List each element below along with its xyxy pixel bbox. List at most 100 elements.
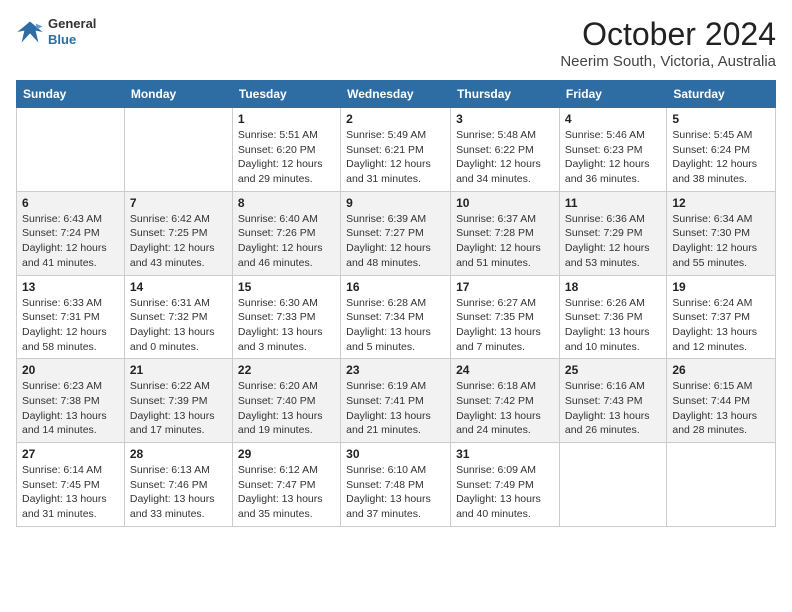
col-header-thursday: Thursday	[451, 81, 560, 108]
calendar-cell: 8 Sunrise: 6:40 AM Sunset: 7:26 PM Daylig…	[232, 191, 340, 275]
day-info: Sunrise: 6:28 AM Sunset: 7:34 PM Dayligh…	[346, 296, 445, 355]
calendar-cell: 23Sunrise: 6:19 AM Sunset: 7:41 PM Dayli…	[341, 359, 451, 443]
day-number: 13	[22, 280, 119, 294]
logo-text: General Blue	[48, 16, 96, 47]
day-number: 18	[565, 280, 661, 294]
day-info: Sunrise: 5:46 AM Sunset: 6:23 PM Dayligh…	[565, 128, 661, 187]
day-info: Sunrise: 6:31 AM Sunset: 7:32 PM Dayligh…	[130, 296, 227, 355]
day-number: 14	[130, 280, 227, 294]
calendar-table: SundayMondayTuesdayWednesdayThursdayFrid…	[16, 80, 776, 527]
page-subtitle: Neerim South, Victoria, Australia	[560, 53, 776, 70]
day-info: Sunrise: 6:24 AM Sunset: 7:37 PM Dayligh…	[672, 296, 770, 355]
calendar-cell: 27 Sunrise: 6:14 AM Sunset: 7:45 PM Dayli…	[17, 443, 125, 527]
day-number: 27	[22, 447, 119, 461]
day-info: Sunrise: 6:22 AM Sunset: 7:39 PM Dayligh…	[130, 379, 227, 438]
calendar-cell: 1Sunrise: 5:51 AM Sunset: 6:20 PM Daylig…	[232, 108, 340, 192]
day-info: Sunrise: 6:33 AM Sunset: 7:31 PM Dayligh…	[22, 296, 119, 355]
day-number: 8	[238, 196, 335, 210]
calendar-cell	[124, 108, 232, 192]
logo-bird-icon	[16, 18, 44, 46]
calendar-cell: 24Sunrise: 6:18 AM Sunset: 7:42 PM Dayli…	[451, 359, 560, 443]
calendar-cell: 10 Sunrise: 6:37 AM Sunset: 7:28 PM Dayli…	[451, 191, 560, 275]
calendar-cell: 12 Sunrise: 6:34 AM Sunset: 7:30 PM Dayli…	[667, 191, 776, 275]
calendar-cell: 28Sunrise: 6:13 AM Sunset: 7:46 PM Dayli…	[124, 443, 232, 527]
logo-general: General	[48, 16, 96, 32]
calendar-cell: 17 Sunrise: 6:27 AM Sunset: 7:35 PM Dayli…	[451, 275, 560, 359]
day-info: Sunrise: 6:42 AM Sunset: 7:25 PM Dayligh…	[130, 212, 227, 271]
day-number: 31	[456, 447, 554, 461]
day-info: Sunrise: 6:20 AM Sunset: 7:40 PM Dayligh…	[238, 379, 335, 438]
day-number: 11	[565, 196, 661, 210]
day-number: 10	[456, 196, 554, 210]
day-info: Sunrise: 5:49 AM Sunset: 6:21 PM Dayligh…	[346, 128, 445, 187]
day-number: 22	[238, 363, 335, 377]
day-number: 25	[565, 363, 661, 377]
day-info: Sunrise: 6:09 AM Sunset: 7:49 PM Dayligh…	[456, 463, 554, 522]
day-number: 5	[672, 112, 770, 126]
calendar-cell: 9Sunrise: 6:39 AM Sunset: 7:27 PM Daylig…	[341, 191, 451, 275]
day-number: 20	[22, 363, 119, 377]
page-header: General Blue October 2024 Neerim South, …	[16, 16, 776, 70]
calendar-cell: 11Sunrise: 6:36 AM Sunset: 7:29 PM Dayli…	[559, 191, 666, 275]
calendar-week-3: 13 Sunrise: 6:33 AM Sunset: 7:31 PM Dayli…	[17, 275, 776, 359]
day-number: 12	[672, 196, 770, 210]
day-info: Sunrise: 6:27 AM Sunset: 7:35 PM Dayligh…	[456, 296, 554, 355]
day-info: Sunrise: 6:12 AM Sunset: 7:47 PM Dayligh…	[238, 463, 335, 522]
col-header-saturday: Saturday	[667, 81, 776, 108]
day-number: 21	[130, 363, 227, 377]
day-number: 29	[238, 447, 335, 461]
day-number: 28	[130, 447, 227, 461]
day-info: Sunrise: 6:34 AM Sunset: 7:30 PM Dayligh…	[672, 212, 770, 271]
day-info: Sunrise: 6:40 AM Sunset: 7:26 PM Dayligh…	[238, 212, 335, 271]
day-info: Sunrise: 6:15 AM Sunset: 7:44 PM Dayligh…	[672, 379, 770, 438]
calendar-week-4: 20 Sunrise: 6:23 AM Sunset: 7:38 PM Dayli…	[17, 359, 776, 443]
day-number: 2	[346, 112, 445, 126]
calendar-cell	[667, 443, 776, 527]
calendar-week-1: 1Sunrise: 5:51 AM Sunset: 6:20 PM Daylig…	[17, 108, 776, 192]
day-number: 4	[565, 112, 661, 126]
day-number: 17	[456, 280, 554, 294]
calendar-cell: 26 Sunrise: 6:15 AM Sunset: 7:44 PM Dayli…	[667, 359, 776, 443]
col-header-tuesday: Tuesday	[232, 81, 340, 108]
day-info: Sunrise: 6:10 AM Sunset: 7:48 PM Dayligh…	[346, 463, 445, 522]
col-header-sunday: Sunday	[17, 81, 125, 108]
logo: General Blue	[16, 16, 96, 47]
day-info: Sunrise: 6:43 AM Sunset: 7:24 PM Dayligh…	[22, 212, 119, 271]
day-info: Sunrise: 6:39 AM Sunset: 7:27 PM Dayligh…	[346, 212, 445, 271]
calendar-cell: 30Sunrise: 6:10 AM Sunset: 7:48 PM Dayli…	[341, 443, 451, 527]
day-number: 6	[22, 196, 119, 210]
calendar-cell: 18Sunrise: 6:26 AM Sunset: 7:36 PM Dayli…	[559, 275, 666, 359]
calendar-cell: 13 Sunrise: 6:33 AM Sunset: 7:31 PM Dayli…	[17, 275, 125, 359]
day-info: Sunrise: 6:14 AM Sunset: 7:45 PM Dayligh…	[22, 463, 119, 522]
day-number: 26	[672, 363, 770, 377]
day-info: Sunrise: 6:23 AM Sunset: 7:38 PM Dayligh…	[22, 379, 119, 438]
calendar-cell: 16 Sunrise: 6:28 AM Sunset: 7:34 PM Dayli…	[341, 275, 451, 359]
calendar-cell: 25 Sunrise: 6:16 AM Sunset: 7:43 PM Dayli…	[559, 359, 666, 443]
calendar-cell: 4 Sunrise: 5:46 AM Sunset: 6:23 PM Daylig…	[559, 108, 666, 192]
day-number: 16	[346, 280, 445, 294]
day-number: 7	[130, 196, 227, 210]
calendar-cell	[17, 108, 125, 192]
day-info: Sunrise: 5:48 AM Sunset: 6:22 PM Dayligh…	[456, 128, 554, 187]
day-number: 19	[672, 280, 770, 294]
day-number: 24	[456, 363, 554, 377]
day-info: Sunrise: 6:30 AM Sunset: 7:33 PM Dayligh…	[238, 296, 335, 355]
calendar-cell: 7 Sunrise: 6:42 AM Sunset: 7:25 PM Daylig…	[124, 191, 232, 275]
calendar-cell: 3Sunrise: 5:48 AM Sunset: 6:22 PM Daylig…	[451, 108, 560, 192]
col-header-wednesday: Wednesday	[341, 81, 451, 108]
day-number: 23	[346, 363, 445, 377]
calendar-cell: 6 Sunrise: 6:43 AM Sunset: 7:24 PM Daylig…	[17, 191, 125, 275]
logo-blue: Blue	[48, 32, 96, 48]
calendar-cell	[559, 443, 666, 527]
calendar-cell: 15 Sunrise: 6:30 AM Sunset: 7:33 PM Dayli…	[232, 275, 340, 359]
calendar-cell: 29 Sunrise: 6:12 AM Sunset: 7:47 PM Dayli…	[232, 443, 340, 527]
col-header-monday: Monday	[124, 81, 232, 108]
day-number: 1	[238, 112, 335, 126]
day-info: Sunrise: 6:16 AM Sunset: 7:43 PM Dayligh…	[565, 379, 661, 438]
day-info: Sunrise: 6:37 AM Sunset: 7:28 PM Dayligh…	[456, 212, 554, 271]
calendar-week-2: 6 Sunrise: 6:43 AM Sunset: 7:24 PM Daylig…	[17, 191, 776, 275]
calendar-cell: 5Sunrise: 5:45 AM Sunset: 6:24 PM Daylig…	[667, 108, 776, 192]
calendar-cell: 31 Sunrise: 6:09 AM Sunset: 7:49 PM Dayli…	[451, 443, 560, 527]
day-number: 15	[238, 280, 335, 294]
calendar-cell: 14 Sunrise: 6:31 AM Sunset: 7:32 PM Dayli…	[124, 275, 232, 359]
